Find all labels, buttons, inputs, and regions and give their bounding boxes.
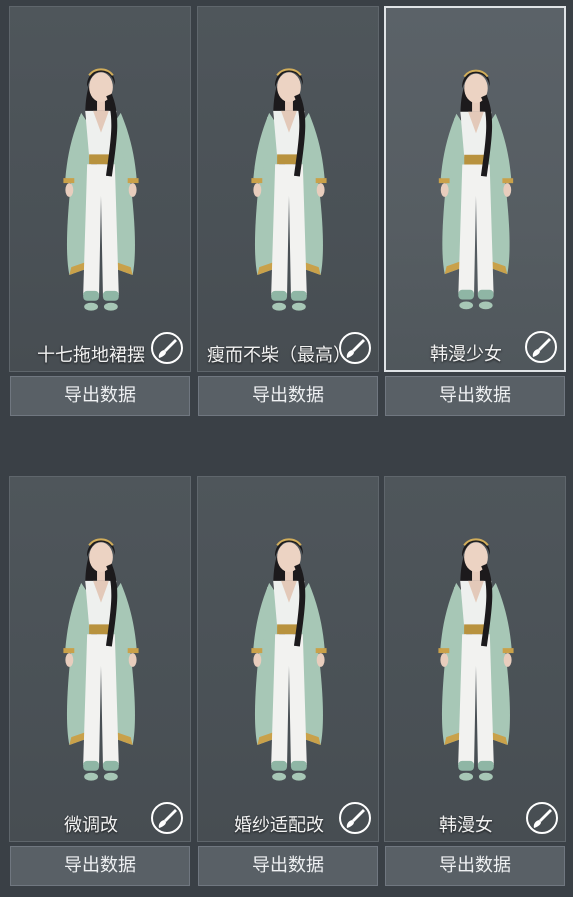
preset-grid: 十七拖地裙摆 导出数据 瘦而不柴（最高） 导出数据 韩漫少女 导出数据 微调改 … (0, 0, 573, 897)
brush-icon[interactable] (338, 801, 372, 835)
brush-icon[interactable] (150, 331, 184, 365)
character-preview (198, 477, 378, 841)
preset-card[interactable]: 韩漫女 (384, 476, 566, 842)
brush-icon[interactable] (150, 801, 184, 835)
export-data-button[interactable]: 导出数据 (385, 846, 565, 886)
export-data-button[interactable]: 导出数据 (198, 846, 378, 886)
preset-card[interactable]: 十七拖地裙摆 (9, 6, 191, 372)
brush-icon[interactable] (525, 801, 559, 835)
character-preview (10, 477, 190, 841)
preset-card[interactable]: 微调改 (9, 476, 191, 842)
export-data-button[interactable]: 导出数据 (198, 376, 378, 416)
export-data-button[interactable]: 导出数据 (10, 376, 190, 416)
preset-card[interactable]: 婚纱适配改 (197, 476, 379, 842)
character-preview (198, 7, 378, 371)
brush-icon[interactable] (338, 331, 372, 365)
character-preview (10, 7, 190, 371)
preset-card-selected[interactable]: 韩漫少女 (384, 6, 566, 372)
preset-card[interactable]: 瘦而不柴（最高） (197, 6, 379, 372)
brush-icon[interactable] (524, 330, 558, 364)
export-data-button[interactable]: 导出数据 (385, 376, 565, 416)
character-preview (385, 477, 565, 841)
character-preview (386, 8, 564, 370)
export-data-button[interactable]: 导出数据 (10, 846, 190, 886)
